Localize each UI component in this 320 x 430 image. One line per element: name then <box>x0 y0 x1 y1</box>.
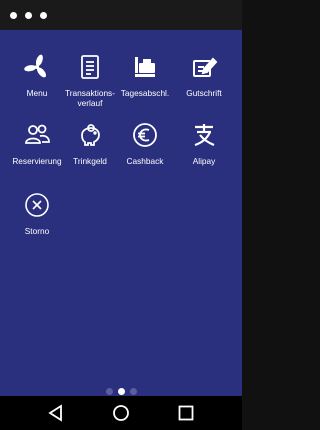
euro-circle-icon <box>130 120 160 150</box>
edit-note-icon <box>189 52 219 82</box>
app-label: Gutschrift <box>186 88 222 98</box>
status-bar <box>0 0 242 30</box>
document-list-icon <box>75 52 105 82</box>
app-transaktionsverlauf[interactable]: Transaktions- verlauf <box>62 52 118 108</box>
page-dot[interactable] <box>129 388 137 395</box>
app-tagesabschluss[interactable]: Tagesabschl. <box>117 52 173 99</box>
navigation-bar <box>0 396 242 430</box>
app-label: Transaktions- verlauf <box>65 88 115 108</box>
app-menu[interactable]: Menu <box>9 52 65 99</box>
notification-dot <box>40 11 47 19</box>
app-cashback[interactable]: Cashback <box>117 120 173 167</box>
app-trinkgeld[interactable]: Trinkgeld <box>62 120 118 167</box>
recents-square-icon <box>178 405 194 421</box>
app-storno[interactable]: Storno <box>9 190 65 237</box>
app-label: Tagesabschl. <box>120 88 170 98</box>
page-dot-active[interactable] <box>117 388 125 395</box>
notification-dot <box>10 11 17 19</box>
notification-dot <box>25 11 32 19</box>
cash-register-icon <box>130 52 160 82</box>
back-button[interactable] <box>45 402 67 424</box>
people-icon <box>22 120 52 150</box>
app-label: Reservierung <box>12 156 62 166</box>
app-reservierung[interactable]: Reservierung <box>5 120 69 167</box>
cancel-circle-icon <box>22 190 52 220</box>
page-indicator <box>0 388 242 395</box>
pinwheel-icon <box>22 52 52 82</box>
recents-button[interactable] <box>175 402 197 424</box>
home-screen: Menu Transaktions- verlauf Tagesabschl. <box>0 30 242 396</box>
piggy-bank-icon <box>75 120 105 150</box>
page-dot[interactable] <box>105 388 113 395</box>
app-alipay[interactable]: Alipay <box>176 120 232 167</box>
app-label: Cashback <box>126 156 164 166</box>
app-gutschrift[interactable]: Gutschrift <box>176 52 232 99</box>
home-button[interactable] <box>110 402 132 424</box>
app-label: Menu <box>26 88 48 98</box>
alipay-icon <box>189 120 219 150</box>
app-label: Storno <box>24 226 50 236</box>
home-circle-icon <box>113 405 129 421</box>
app-label: Trinkgeld <box>73 156 107 166</box>
back-triangle-icon <box>48 404 63 422</box>
app-label: Alipay <box>192 156 216 166</box>
